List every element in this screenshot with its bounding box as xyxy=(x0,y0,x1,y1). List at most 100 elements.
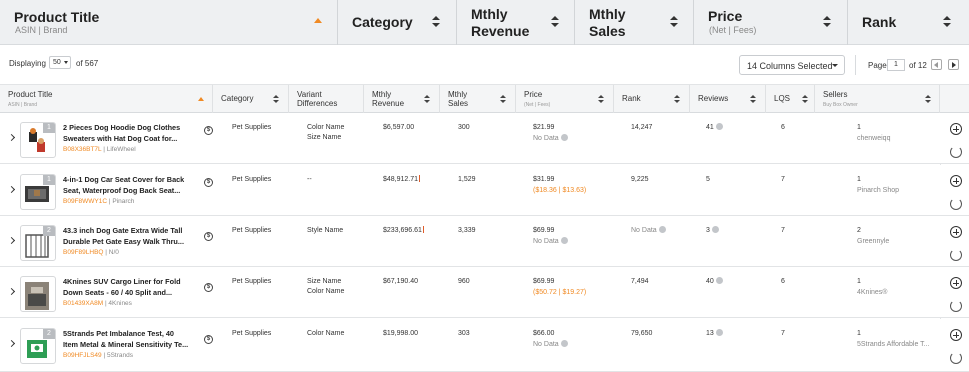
sort-icon[interactable] xyxy=(670,16,678,28)
sort-icon[interactable] xyxy=(500,95,506,104)
product-thumbnail[interactable]: 2 xyxy=(20,328,56,364)
col-lqs[interactable]: LQS xyxy=(766,85,815,113)
table-row[interactable]: 1 4-in-1 Dog Car Seat Cover for Back Sea… xyxy=(0,165,969,216)
sort-icon[interactable] xyxy=(551,16,559,28)
sort-icon[interactable] xyxy=(273,95,279,104)
refresh-icon[interactable] xyxy=(950,300,962,312)
product-title[interactable]: 5Strands Pet Imbalance Test, 40 Item Met… xyxy=(63,328,198,350)
info-icon[interactable] xyxy=(715,329,723,336)
add-product-button[interactable] xyxy=(950,329,962,341)
info-icon[interactable] xyxy=(658,226,666,233)
table-row[interactable]: 2 5Strands Pet Imbalance Test, 40 Item M… xyxy=(0,319,969,372)
col-product-title[interactable]: Product Title ASIN | Brand xyxy=(0,85,213,113)
dollar-circle-icon[interactable]: $ xyxy=(204,232,213,241)
table-row[interactable]: 1 2 Pieces Dog Hoodie Dog Clothes Sweate… xyxy=(0,113,969,164)
revenue-value: $67,190.40 xyxy=(383,278,419,285)
dollar-circle-icon[interactable]: $ xyxy=(204,283,213,292)
product-thumbnail[interactable]: 1 xyxy=(20,174,56,210)
next-page-button[interactable] xyxy=(948,59,959,70)
dollar-circle-icon[interactable]: $ xyxy=(204,335,213,344)
asin-link[interactable]: B09F89LHBQ xyxy=(63,249,103,256)
sort-icon[interactable] xyxy=(750,95,756,104)
add-product-button[interactable] xyxy=(950,123,962,135)
page-size-select[interactable]: 50 xyxy=(49,56,71,69)
seller-name[interactable]: chenweiqq xyxy=(857,134,890,144)
seller-name[interactable]: Pinarch Shop xyxy=(857,186,899,196)
sort-icon[interactable] xyxy=(432,16,440,28)
info-icon[interactable] xyxy=(560,134,568,141)
refresh-icon[interactable] xyxy=(950,146,962,158)
header-sales[interactable]: Mthly Sales xyxy=(575,0,694,45)
header-price[interactable]: Price (Net | Fees) xyxy=(694,0,848,45)
col-sales-line2: Sales xyxy=(448,99,469,108)
table-row[interactable]: 4Knines SUV Cargo Liner for Fold Down Se… xyxy=(0,267,969,318)
sort-asc-icon[interactable] xyxy=(198,97,204,101)
reviews-value: 40 xyxy=(706,277,723,287)
chevron-right-icon[interactable] xyxy=(7,185,16,194)
product-title[interactable]: 4Knines SUV Cargo Liner for Fold Down Se… xyxy=(63,276,198,298)
product-title[interactable]: 43.3 inch Dog Gate Extra Wide Tall Durab… xyxy=(63,225,198,247)
col-sellers[interactable]: Sellers Buy Box Owner xyxy=(815,85,940,113)
chevron-right-icon[interactable] xyxy=(7,236,16,245)
product-title[interactable]: 2 Pieces Dog Hoodie Dog Clothes Sweaters… xyxy=(63,122,198,144)
chevron-right-icon[interactable] xyxy=(7,133,16,142)
sort-icon[interactable] xyxy=(823,16,831,28)
header-category[interactable]: Category xyxy=(338,0,457,45)
seller-name[interactable]: 4Knines® xyxy=(857,288,887,298)
info-icon[interactable] xyxy=(560,340,568,347)
info-icon[interactable] xyxy=(715,277,723,284)
add-product-button[interactable] xyxy=(950,277,962,289)
info-icon[interactable] xyxy=(715,123,723,130)
sort-icon[interactable] xyxy=(674,95,680,104)
chevron-right-icon[interactable] xyxy=(7,339,16,348)
seller-name[interactable]: 5Strands Affordable T... xyxy=(857,340,930,350)
add-product-button[interactable] xyxy=(950,175,962,187)
asin-link[interactable]: B09HFJLS49 xyxy=(63,352,102,359)
page-number-input[interactable]: 1 xyxy=(887,59,905,71)
col-reviews[interactable]: Reviews xyxy=(690,85,766,113)
asin-link[interactable]: B09F8WWY1C xyxy=(63,198,107,205)
sort-icon[interactable] xyxy=(943,16,951,28)
header-revenue[interactable]: Mthly Revenue xyxy=(457,0,575,45)
col-variant[interactable]: Variant Differences xyxy=(289,85,364,113)
dollar-circle-icon[interactable]: $ xyxy=(204,178,213,187)
refresh-icon[interactable] xyxy=(950,352,962,364)
seller-name[interactable]: Greennyle xyxy=(857,237,889,247)
sort-asc-icon[interactable] xyxy=(314,18,322,24)
refresh-icon[interactable] xyxy=(950,198,962,210)
product-thumbnail[interactable]: 2 xyxy=(20,225,56,261)
variant-value: Color Name xyxy=(307,124,345,131)
table-row[interactable]: 2 43.3 inch Dog Gate Extra Wide Tall Dur… xyxy=(0,216,969,267)
prev-page-button[interactable] xyxy=(931,59,942,70)
chevron-right-icon[interactable] xyxy=(7,287,16,296)
col-category[interactable]: Category xyxy=(213,85,289,113)
col-revenue[interactable]: Mthly Revenue xyxy=(364,85,440,113)
col-sales[interactable]: Mthly Sales xyxy=(440,85,516,113)
info-icon[interactable] xyxy=(711,226,719,233)
asin-link[interactable]: B08X36BT7L xyxy=(63,146,101,153)
revenue-value: $233,696.61 xyxy=(383,226,424,236)
columns-selector[interactable]: 14 Columns Selected xyxy=(739,55,845,75)
sort-icon[interactable] xyxy=(598,95,604,104)
product-title[interactable]: 4-in-1 Dog Car Seat Cover for Back Seat,… xyxy=(63,174,198,196)
add-product-button[interactable] xyxy=(950,226,962,238)
header-product-title[interactable]: Product Title ASIN | Brand xyxy=(0,0,338,45)
refresh-icon[interactable] xyxy=(950,249,962,261)
rank-value: No Data xyxy=(631,226,666,236)
col-lqs-label: LQS xyxy=(774,94,791,103)
asin-link[interactable]: B01439XA8M xyxy=(63,300,103,307)
revenue-indicator xyxy=(419,175,421,182)
product-title-line: 5Strands Pet Imbalance Test, 40 xyxy=(63,329,174,338)
col-price[interactable]: Price (Net | Fees) xyxy=(516,85,614,113)
col-rank[interactable]: Rank xyxy=(614,85,690,113)
header-rank[interactable]: Rank xyxy=(848,0,969,45)
sort-icon[interactable] xyxy=(424,95,430,104)
sort-icon[interactable] xyxy=(802,95,808,104)
info-icon[interactable] xyxy=(560,237,568,244)
product-thumbnail[interactable] xyxy=(20,276,56,312)
col-rank-label: Rank xyxy=(622,94,641,103)
sales-value: 300 xyxy=(458,124,470,131)
sort-icon[interactable] xyxy=(925,95,931,104)
product-thumbnail[interactable]: 1 xyxy=(20,122,56,158)
dollar-circle-icon[interactable]: $ xyxy=(204,126,213,135)
